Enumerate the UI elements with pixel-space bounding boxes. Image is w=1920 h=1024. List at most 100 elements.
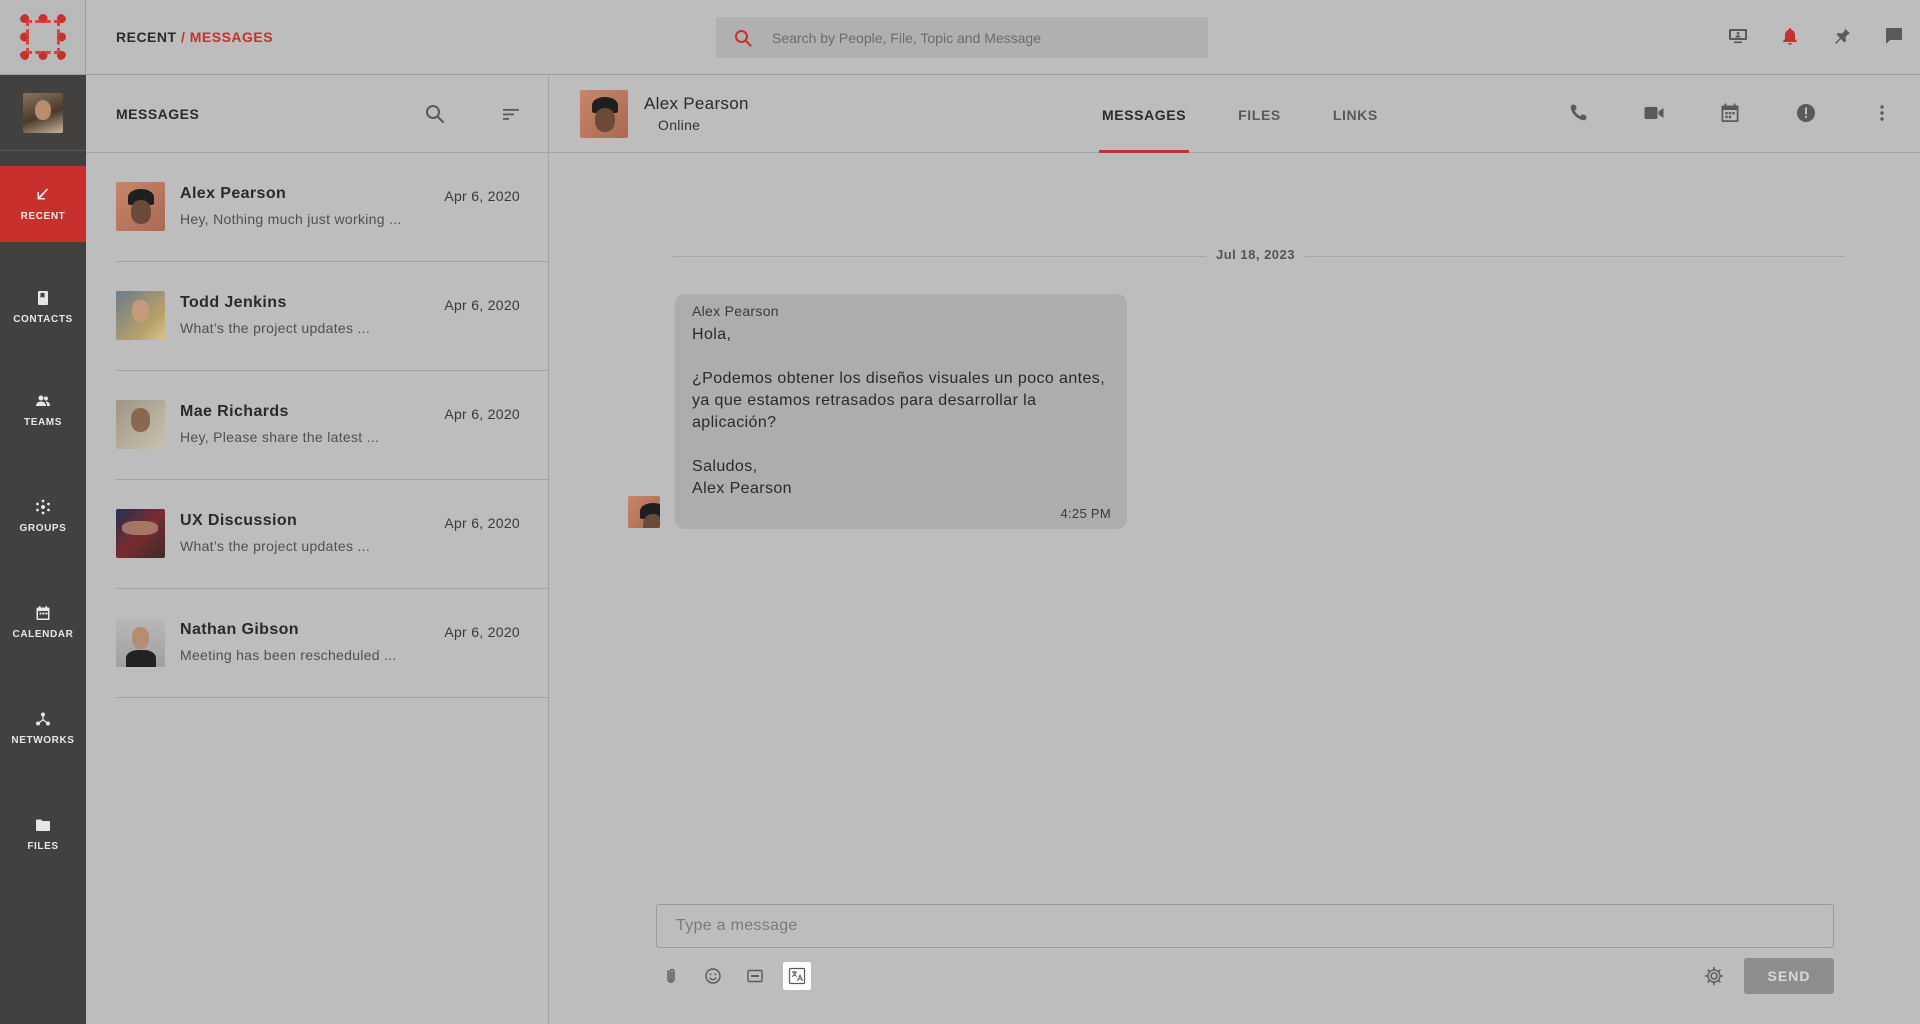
settings-gear-icon[interactable]	[1703, 965, 1725, 987]
send-button[interactable]: SEND	[1744, 958, 1834, 994]
nav-networks[interactable]: NETWORKS	[0, 675, 86, 781]
contact-name: Alex Pearson	[644, 94, 749, 113]
breadcrumb-root[interactable]: RECENT	[116, 29, 177, 45]
conversation-avatar	[116, 400, 165, 449]
message-time: 4:25 PM	[1060, 506, 1111, 521]
search-icon[interactable]	[424, 103, 446, 125]
conversation-preview: Hey, Please share the latest ...	[180, 429, 380, 445]
presentation-icon	[1729, 29, 1747, 44]
conversation-avatar	[116, 509, 165, 558]
message-composer	[656, 904, 1834, 948]
conversation-date: Apr 6, 2020	[444, 515, 520, 531]
phone-icon	[1570, 104, 1587, 121]
gif-icon	[747, 969, 763, 983]
presentation-button[interactable]	[1712, 26, 1764, 46]
user-avatar-cell[interactable]	[0, 75, 86, 151]
date-separator: Jul 18, 2023	[673, 247, 1845, 262]
nav-calendar-label: CALENDAR	[12, 628, 74, 640]
message-input[interactable]	[657, 905, 1833, 947]
nav-calendar[interactable]: CALENDAR	[0, 569, 86, 675]
more-options-button[interactable]	[1844, 102, 1920, 124]
message-sender: Alex Pearson	[692, 303, 779, 319]
sort-icon[interactable]	[500, 103, 522, 125]
tab-links[interactable]: LINKS	[1330, 76, 1381, 153]
contact-avatar[interactable]	[580, 90, 628, 138]
translate-button[interactable]	[783, 962, 811, 990]
conversation-name: Nathan Gibson	[180, 621, 299, 638]
app-logo-icon	[19, 14, 66, 60]
pinned-button[interactable]	[1816, 26, 1868, 46]
tab-files[interactable]: FILES	[1235, 76, 1284, 153]
conversation-preview: What’s the project updates ...	[180, 538, 371, 554]
conversation-name: Alex Pearson	[180, 185, 287, 202]
nav-files[interactable]: FILES	[0, 781, 86, 887]
left-rail: RECENT CONTACTS TEAMS GROUPS CALENDAR NE…	[0, 0, 86, 1024]
attach-icon	[667, 968, 675, 983]
chat-icon	[1886, 28, 1902, 44]
info-button[interactable]	[1768, 102, 1844, 124]
conversation-date: Apr 6, 2020	[444, 188, 520, 204]
global-search	[716, 17, 1208, 58]
contact-book-icon	[38, 290, 48, 305]
schedule-button[interactable]	[1692, 102, 1768, 124]
conversation-item[interactable]: Todd Jenkins Apr 6, 2020 What’s the proj…	[116, 262, 548, 371]
nav-recent[interactable]: RECENT	[0, 166, 86, 242]
video-call-button[interactable]	[1616, 102, 1692, 124]
notifications-button[interactable]	[1764, 26, 1816, 46]
call-button[interactable]	[1540, 102, 1616, 124]
conversation-avatar	[116, 618, 165, 667]
more-vertical-icon	[1880, 105, 1884, 121]
chat-panel: Alex Pearson Online MESSAGES FILES LINKS	[550, 76, 1920, 1024]
video-icon	[1644, 107, 1664, 119]
nav-networks-label: NETWORKS	[11, 734, 75, 746]
translate-icon	[788, 967, 806, 985]
message-body: Hola, ¿Podemos obtener los diseños visua…	[692, 326, 1106, 497]
conversation-item[interactable]: Mae Richards Apr 6, 2020 Hey, Please sha…	[116, 371, 548, 480]
chat-button[interactable]	[1868, 26, 1920, 46]
conversation-name: Mae Richards	[180, 403, 289, 420]
arrow-down-left-icon	[37, 188, 48, 199]
composer-tools	[657, 962, 825, 990]
breadcrumb: RECENT / MESSAGES	[116, 29, 273, 45]
top-bar: RECENT / MESSAGES	[86, 0, 1920, 75]
nav-recent-label: RECENT	[20, 210, 66, 222]
user-avatar	[23, 92, 63, 133]
search-icon	[735, 30, 752, 47]
conversation-item[interactable]: Nathan Gibson Apr 6, 2020 Meeting has be…	[116, 589, 548, 698]
team-icon	[36, 395, 50, 406]
conversation-preview: Meeting has been rescheduled ...	[180, 647, 397, 663]
folder-icon	[36, 819, 50, 831]
conversation-name: Todd Jenkins	[180, 294, 287, 311]
conversation-date: Apr 6, 2020	[444, 297, 520, 313]
calendar-icon	[1721, 103, 1739, 122]
conversation-list-title: MESSAGES	[116, 106, 200, 122]
conversation-item[interactable]: Alex Pearson Apr 6, 2020 Hey, Nothing mu…	[116, 153, 548, 262]
nav-files-label: FILES	[27, 840, 59, 852]
nav-teams[interactable]: TEAMS	[0, 357, 86, 463]
conversation-name: UX Discussion	[180, 512, 298, 529]
emoji-button[interactable]	[699, 962, 727, 990]
conversation-date: Apr 6, 2020	[444, 406, 520, 422]
attach-button[interactable]	[657, 962, 685, 990]
tab-messages[interactable]: MESSAGES	[1099, 76, 1190, 153]
nav-contacts[interactable]: CONTACTS	[0, 257, 86, 357]
contact-status: Online	[658, 117, 701, 133]
gif-button[interactable]	[741, 962, 769, 990]
conversation-avatar	[116, 291, 165, 340]
nav-contacts-label: CONTACTS	[13, 313, 73, 325]
conversation-list-panel: MESSAGES Alex Pearson Apr 6, 2020 Hey, N…	[86, 76, 549, 1024]
conversation-preview: Hey, Nothing much just working ...	[180, 211, 402, 227]
chat-tabs: MESSAGES FILES LINKS	[1099, 76, 1427, 153]
emoji-icon	[705, 968, 721, 984]
conversation-item[interactable]: UX Discussion Apr 6, 2020 What’s the pro…	[116, 480, 548, 589]
message-bubble[interactable]: Alex Pearson Hola, ¿Podemos obtener los …	[675, 294, 1127, 529]
global-search-input[interactable]	[772, 17, 1192, 58]
nav-groups[interactable]: GROUPS	[0, 463, 86, 569]
conversation-preview: What’s the project updates ...	[180, 320, 371, 336]
nav-groups-label: GROUPS	[19, 522, 67, 534]
app-logo-cell[interactable]	[0, 0, 86, 75]
network-icon	[36, 712, 50, 725]
top-icons	[1712, 26, 1920, 46]
conversation-date: Apr 6, 2020	[444, 624, 520, 640]
groups-icon	[36, 499, 50, 514]
